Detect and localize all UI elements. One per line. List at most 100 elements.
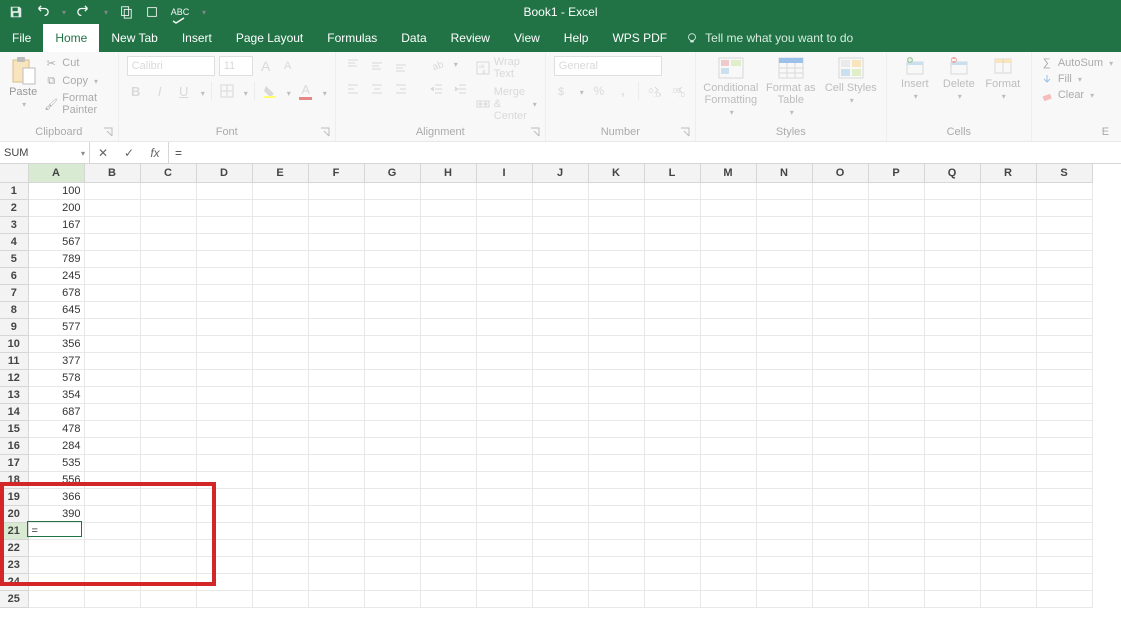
cell-L25[interactable] <box>644 590 700 607</box>
cell-R21[interactable] <box>980 522 1036 539</box>
cell-E6[interactable] <box>252 267 308 284</box>
cell-P9[interactable] <box>868 318 924 335</box>
cell-Q1[interactable] <box>924 182 980 199</box>
cell-E24[interactable] <box>252 573 308 590</box>
cell-H7[interactable] <box>420 284 476 301</box>
cell-G19[interactable] <box>364 488 420 505</box>
cell-D13[interactable] <box>196 386 252 403</box>
cell-M19[interactable] <box>700 488 756 505</box>
cell-F14[interactable] <box>308 403 364 420</box>
cell-I6[interactable] <box>476 267 532 284</box>
cell-M24[interactable] <box>700 573 756 590</box>
cell-H19[interactable] <box>420 488 476 505</box>
cell-R19[interactable] <box>980 488 1036 505</box>
cell-F8[interactable] <box>308 301 364 318</box>
cell-F9[interactable] <box>308 318 364 335</box>
format-as-table-button[interactable]: Format as Table <box>764 56 818 118</box>
cell-L21[interactable] <box>644 522 700 539</box>
cell-I11[interactable] <box>476 352 532 369</box>
cell-D22[interactable] <box>196 539 252 556</box>
cell-R3[interactable] <box>980 216 1036 233</box>
cell-N5[interactable] <box>756 250 812 267</box>
cell-C11[interactable] <box>140 352 196 369</box>
cell-K12[interactable] <box>588 369 644 386</box>
increase-indent-button[interactable] <box>452 80 470 98</box>
tab-pagelayout[interactable]: Page Layout <box>224 24 315 52</box>
cell-Q5[interactable] <box>924 250 980 267</box>
cell-S9[interactable] <box>1036 318 1092 335</box>
cell-B23[interactable] <box>84 556 140 573</box>
cell-P1[interactable] <box>868 182 924 199</box>
cell-L17[interactable] <box>644 454 700 471</box>
cell-L23[interactable] <box>644 556 700 573</box>
row-header-12[interactable]: 12 <box>0 369 28 386</box>
row-header-10[interactable]: 10 <box>0 335 28 352</box>
cell-C12[interactable] <box>140 369 196 386</box>
cell-Q6[interactable] <box>924 267 980 284</box>
cell-P21[interactable] <box>868 522 924 539</box>
row-header-11[interactable]: 11 <box>0 352 28 369</box>
cell-M17[interactable] <box>700 454 756 471</box>
cell-L3[interactable] <box>644 216 700 233</box>
cell-L9[interactable] <box>644 318 700 335</box>
cell-A12[interactable]: 578 <box>28 369 84 386</box>
cell-R25[interactable] <box>980 590 1036 607</box>
cell-H25[interactable] <box>420 590 476 607</box>
cell-E14[interactable] <box>252 403 308 420</box>
cell-D4[interactable] <box>196 233 252 250</box>
cell-M10[interactable] <box>700 335 756 352</box>
cell-G11[interactable] <box>364 352 420 369</box>
cell-N2[interactable] <box>756 199 812 216</box>
tab-wpspdf[interactable]: WPS PDF <box>600 24 679 52</box>
cell-L13[interactable] <box>644 386 700 403</box>
cell-M13[interactable] <box>700 386 756 403</box>
cell-M16[interactable] <box>700 437 756 454</box>
cell-B22[interactable] <box>84 539 140 556</box>
underline-dropdown-icon[interactable] <box>199 84 205 99</box>
row-header-18[interactable]: 18 <box>0 471 28 488</box>
cell-F1[interactable] <box>308 182 364 199</box>
cell-I8[interactable] <box>476 301 532 318</box>
cell-O12[interactable] <box>812 369 868 386</box>
cell-O3[interactable] <box>812 216 868 233</box>
cell-O19[interactable] <box>812 488 868 505</box>
row-header-23[interactable]: 23 <box>0 556 28 573</box>
cell-A6[interactable]: 245 <box>28 267 84 284</box>
column-header-J[interactable]: J <box>532 164 588 182</box>
cell-G13[interactable] <box>364 386 420 403</box>
cell-O6[interactable] <box>812 267 868 284</box>
row-header-1[interactable]: 1 <box>0 182 28 199</box>
cell-G18[interactable] <box>364 471 420 488</box>
redo-dropdown-icon[interactable] <box>102 4 108 20</box>
cell-P8[interactable] <box>868 301 924 318</box>
cell-M4[interactable] <box>700 233 756 250</box>
cell-P13[interactable] <box>868 386 924 403</box>
merge-dropdown-icon[interactable] <box>531 98 537 110</box>
cell-R23[interactable] <box>980 556 1036 573</box>
cell-Q16[interactable] <box>924 437 980 454</box>
cell-E15[interactable] <box>252 420 308 437</box>
cell-I17[interactable] <box>476 454 532 471</box>
cell-N15[interactable] <box>756 420 812 437</box>
conditional-formatting-button[interactable]: Conditional Formatting <box>704 56 758 118</box>
cell-L5[interactable] <box>644 250 700 267</box>
cell-S25[interactable] <box>1036 590 1092 607</box>
cell-R1[interactable] <box>980 182 1036 199</box>
cell-J21[interactable] <box>532 522 588 539</box>
cell-E3[interactable] <box>252 216 308 233</box>
column-header-S[interactable]: S <box>1036 164 1092 182</box>
cell-J19[interactable] <box>532 488 588 505</box>
cell-R13[interactable] <box>980 386 1036 403</box>
qat-customize-icon[interactable] <box>200 4 206 20</box>
column-header-D[interactable]: D <box>196 164 252 182</box>
cell-S12[interactable] <box>1036 369 1092 386</box>
cell-Q14[interactable] <box>924 403 980 420</box>
cell-C5[interactable] <box>140 250 196 267</box>
cell-D9[interactable] <box>196 318 252 335</box>
tab-review[interactable]: Review <box>439 24 502 52</box>
cell-Q21[interactable] <box>924 522 980 539</box>
cell-L20[interactable] <box>644 505 700 522</box>
cell-R17[interactable] <box>980 454 1036 471</box>
cell-A7[interactable]: 678 <box>28 284 84 301</box>
cell-D5[interactable] <box>196 250 252 267</box>
